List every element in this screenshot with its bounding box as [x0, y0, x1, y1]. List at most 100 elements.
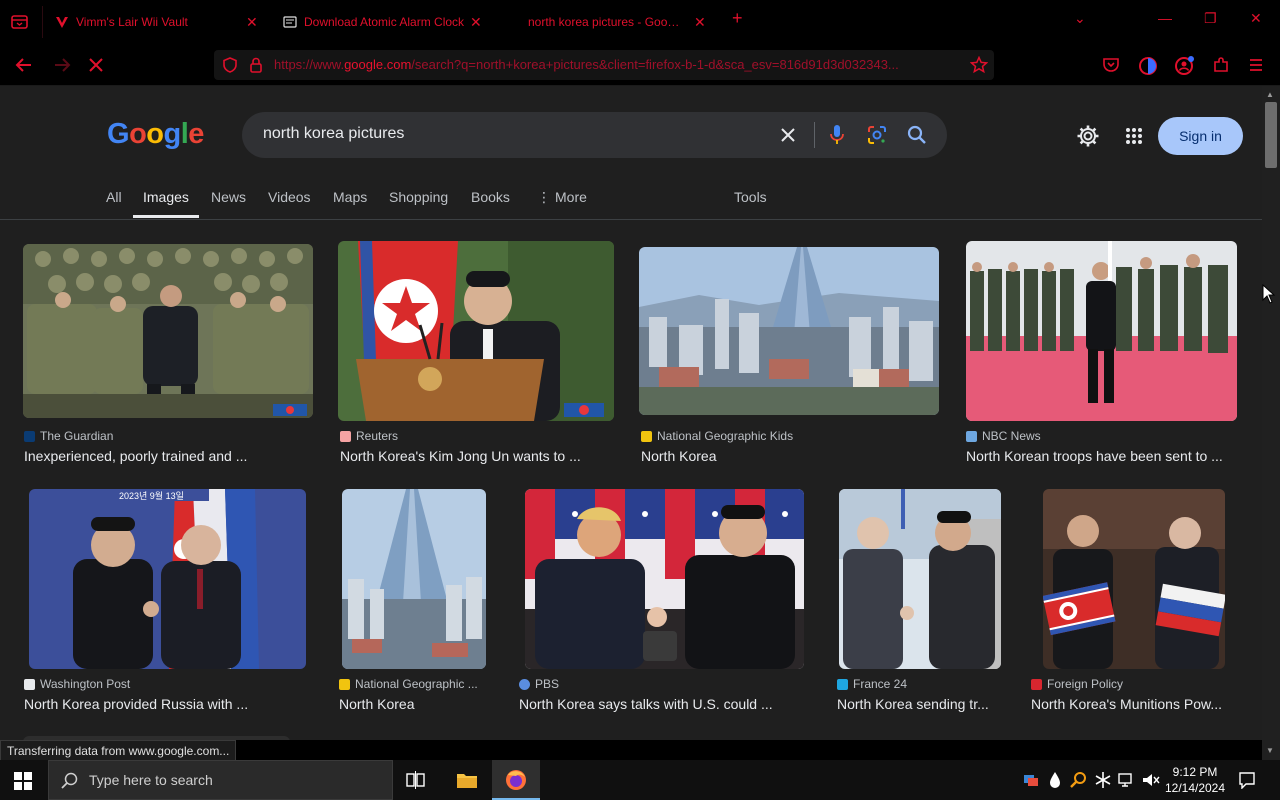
google-lens-camera-icon[interactable]	[867, 125, 887, 145]
list-tabs-chevron-down-icon[interactable]: ⌄	[1074, 10, 1086, 27]
summit-handshake-photo	[525, 489, 804, 669]
result-source-reuters[interactable]: Reuters	[340, 429, 398, 443]
sign-in-button[interactable]: Sign in	[1158, 117, 1243, 155]
extension-half-circle-icon[interactable]	[1138, 56, 1158, 76]
minimize-button[interactable]: —	[1158, 10, 1172, 26]
result-source-washington-post[interactable]: Washington Post	[24, 677, 130, 691]
windows-start-icon[interactable]	[14, 772, 32, 790]
tab-manager-icon[interactable]	[10, 12, 30, 32]
result-caption-natgeo-kids[interactable]: North Korea	[641, 448, 716, 464]
podium-speech-photo	[338, 241, 614, 421]
result-caption-reuters[interactable]: North Korea's Kim Jong Un wants to ...	[340, 448, 581, 464]
result-image-washington-post[interactable]: 2023년 9월 13일	[29, 489, 306, 669]
scroll-down-icon[interactable]: ▼	[1266, 746, 1274, 755]
settings-gear-icon[interactable]	[1076, 124, 1100, 148]
search-magnifier-icon[interactable]	[907, 125, 927, 145]
result-source-pbs[interactable]: PBS	[519, 677, 559, 691]
tracking-shield-icon[interactable]	[222, 57, 238, 73]
extensions-puzzle-icon[interactable]	[1212, 56, 1230, 74]
tab-books[interactable]: Books	[471, 189, 510, 205]
wapo-favicon-icon	[24, 678, 35, 690]
result-image-natgeo[interactable]	[342, 489, 486, 669]
result-image-foreign-policy[interactable]	[1043, 489, 1225, 669]
task-view-icon[interactable]	[406, 771, 426, 789]
account-icon[interactable]	[1174, 55, 1196, 77]
result-image-france24[interactable]	[839, 489, 1001, 669]
result-source-natgeo-kids[interactable]: National Geographic Kids	[641, 429, 793, 443]
clear-search-close-icon[interactable]	[780, 127, 796, 143]
windows-taskbar: Type here to search 9:12 PM 12/14/2024	[0, 760, 1280, 800]
browser-tab-bar: Vimm's Lair Wii Vault ✕ Download Atomic …	[0, 0, 1280, 44]
result-source-nbc[interactable]: NBC News	[966, 429, 1041, 443]
tab-google-search[interactable]: north korea pictures - Google Search ✕	[514, 6, 724, 38]
troops-parade-photo	[966, 241, 1237, 421]
tab-more[interactable]: ⋮ More	[537, 189, 587, 206]
forward-arrow-icon[interactable]	[52, 56, 72, 74]
page-favicon-icon	[283, 16, 297, 28]
lock-icon[interactable]	[248, 56, 264, 74]
network-drives-tray-icon[interactable]	[1022, 772, 1040, 788]
tab-news[interactable]: News	[211, 189, 246, 205]
pocket-icon[interactable]	[1102, 56, 1120, 74]
scroll-up-icon[interactable]: ▲	[1266, 90, 1274, 99]
result-caption-nbc[interactable]: North Korean troops have been sent to ..…	[966, 448, 1223, 464]
tab-maps[interactable]: Maps	[333, 189, 367, 205]
browser-nav-bar: https://www.google.com/search?q=north+ko…	[0, 44, 1280, 86]
taskbar-clock[interactable]: 9:12 PM 12/14/2024	[1160, 764, 1230, 796]
new-tab-button[interactable]: +	[732, 8, 743, 29]
volume-muted-icon[interactable]	[1142, 772, 1160, 788]
network-icon[interactable]	[1118, 772, 1136, 788]
google-logo[interactable]: Google	[107, 118, 204, 151]
close-window-button[interactable]: ✕	[1250, 10, 1262, 27]
tab-atomic-alarm[interactable]: Download Atomic Alarm Clock ✕	[282, 6, 492, 38]
reuters-favicon-icon	[340, 430, 351, 442]
tab-vimms-lair[interactable]: Vimm's Lair Wii Vault ✕	[54, 6, 264, 38]
close-tab-icon[interactable]: ✕	[246, 14, 258, 31]
result-image-nbc[interactable]	[966, 241, 1237, 421]
notification-center-icon[interactable]	[1238, 771, 1256, 789]
page-scrollbar[interactable]: ▲ ▼	[1262, 86, 1280, 766]
search-box[interactable]: north korea pictures	[242, 112, 947, 158]
water-drop-tray-icon[interactable]	[1048, 771, 1062, 789]
result-source-natgeo[interactable]: National Geographic ...	[339, 677, 478, 691]
result-caption-france24[interactable]: North Korea sending tr...	[837, 696, 989, 712]
tray-search-tool-icon[interactable]	[1070, 771, 1088, 789]
asterisk-tray-icon[interactable]	[1094, 771, 1112, 789]
google-apps-grid-icon[interactable]	[1125, 127, 1143, 145]
result-caption-foreign-policy[interactable]: North Korea's Munitions Pow...	[1031, 696, 1222, 712]
stop-loading-icon[interactable]	[88, 57, 104, 73]
source-label: PBS	[535, 677, 560, 691]
tab-shopping[interactable]: Shopping	[389, 189, 448, 205]
search-input[interactable]: north korea pictures	[263, 125, 404, 143]
result-caption-pbs[interactable]: North Korea says talks with U.S. could .…	[519, 696, 773, 712]
close-tab-icon[interactable]: ✕	[470, 14, 482, 31]
result-caption-natgeo[interactable]: North Korea	[339, 696, 414, 712]
tab-all[interactable]: All	[106, 189, 122, 205]
voice-search-mic-icon[interactable]	[828, 124, 846, 146]
result-source-guardian[interactable]: The Guardian	[24, 429, 113, 443]
result-image-pbs[interactable]	[525, 489, 804, 669]
result-image-reuters[interactable]	[338, 241, 614, 421]
taskbar-search-box[interactable]: Type here to search	[48, 760, 393, 800]
source-label: Reuters	[356, 429, 399, 443]
result-source-foreign-policy[interactable]: Foreign Policy	[1031, 677, 1123, 691]
result-caption-washington-post[interactable]: North Korea provided Russia with ...	[24, 696, 248, 712]
back-arrow-icon[interactable]	[14, 56, 34, 74]
result-image-guardian[interactable]	[23, 244, 313, 418]
result-caption-guardian[interactable]: Inexperienced, poorly trained and ...	[24, 448, 247, 464]
file-explorer-icon[interactable]	[456, 770, 478, 790]
tab-images[interactable]: Images	[143, 189, 189, 205]
result-image-natgeo-kids[interactable]	[639, 247, 939, 415]
restore-button[interactable]: ❐	[1204, 10, 1217, 27]
tab-videos[interactable]: Videos	[268, 189, 311, 205]
tools-button[interactable]: Tools	[734, 189, 767, 205]
close-tab-icon[interactable]: ✕	[694, 14, 706, 31]
hamburger-menu-icon[interactable]	[1248, 57, 1264, 73]
result-source-france24[interactable]: France 24	[837, 677, 907, 691]
url-bar[interactable]: https://www.google.com/search?q=north+ko…	[214, 50, 994, 80]
natgeo-favicon-icon	[641, 430, 652, 442]
bookmark-star-icon[interactable]	[970, 56, 988, 74]
search-icon	[61, 772, 78, 789]
firefox-taskbar-button[interactable]	[492, 760, 540, 800]
scrollbar-thumb[interactable]	[1265, 102, 1277, 168]
